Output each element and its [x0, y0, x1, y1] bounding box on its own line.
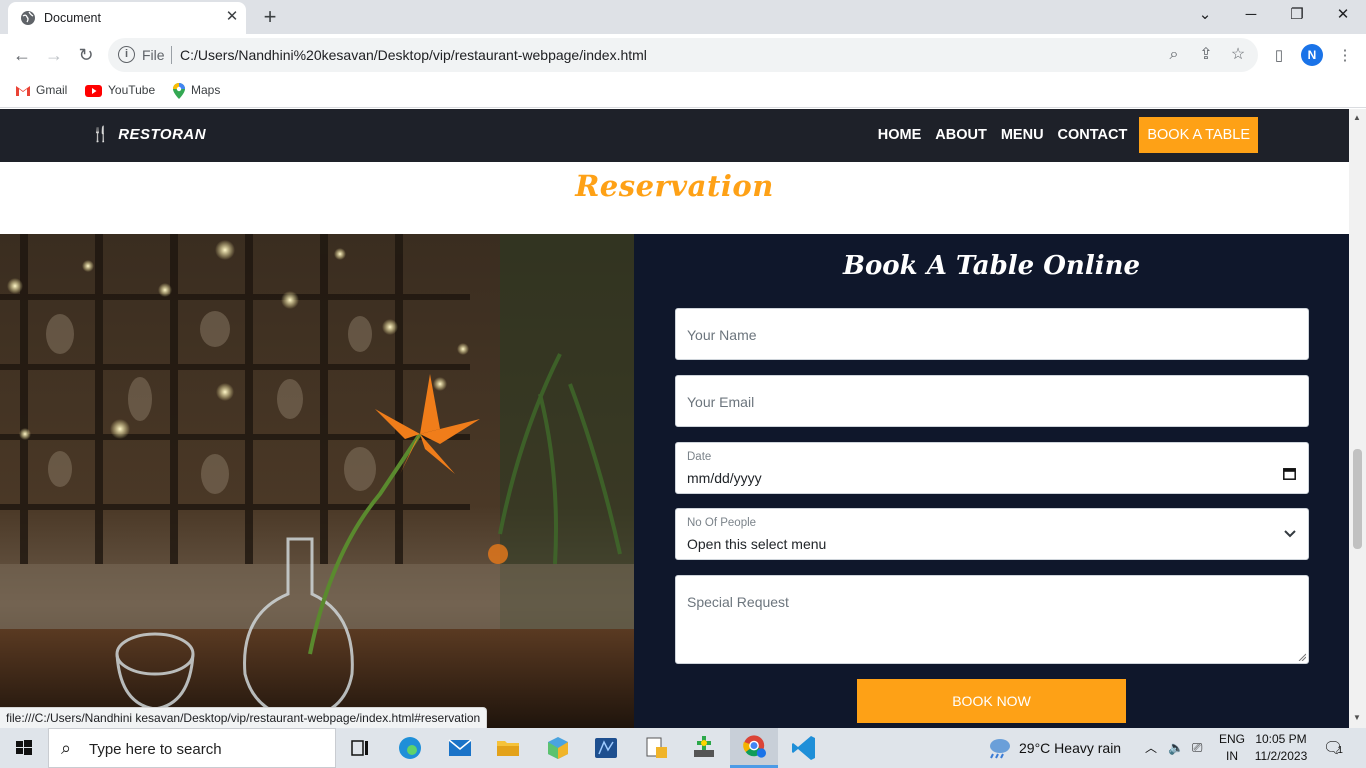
date-value: mm/dd/yyyy	[687, 470, 762, 486]
utensils-icon: 🍴	[91, 126, 111, 143]
chrome-icon[interactable]	[730, 728, 778, 768]
speaker-icon[interactable]: 🔈	[1168, 728, 1184, 768]
name-input[interactable]: Your Name	[675, 308, 1309, 360]
chevron-down-icon	[1284, 530, 1296, 538]
gmail-icon	[16, 86, 30, 97]
weather-text[interactable]: 29°C Heavy rain	[1019, 728, 1121, 768]
minimize-button[interactable]: ─	[1228, 0, 1274, 32]
url-separator	[171, 46, 172, 64]
new-tab-button[interactable]: +	[258, 5, 282, 29]
back-button[interactable]: ←	[9, 42, 35, 68]
maps-pin-icon	[173, 83, 185, 99]
bookmark-label: Maps	[191, 83, 221, 98]
people-label: No Of People	[687, 517, 757, 529]
browser-toolbar: ← → ↻ i File C:/Users/Nandhini%20kesavan…	[0, 34, 1366, 76]
browser-tab[interactable]: Document ✕	[8, 2, 246, 34]
tab-title: Document	[44, 11, 101, 25]
status-bar-url: file:///C:/Users/Nandhini kesavan/Deskto…	[0, 707, 488, 728]
bookmark-gmail[interactable]: Gmail	[16, 83, 67, 101]
booking-form-title: Book A Table Online	[842, 251, 1141, 281]
url-scheme: File	[142, 47, 165, 63]
clock-time: 10:05 PM	[1255, 732, 1307, 746]
taskbar-search-placeholder: Type here to search	[89, 741, 222, 758]
url-text[interactable]: C:/Users/Nandhini%20kesavan/Desktop/vip/…	[180, 47, 647, 63]
mail-icon[interactable]	[436, 728, 484, 768]
bookmark-maps[interactable]: Maps	[173, 83, 220, 101]
nav-about[interactable]: ABOUT	[931, 117, 991, 153]
restaurant-photo	[0, 234, 634, 728]
people-select[interactable]: No Of People Open this select menu	[675, 508, 1309, 560]
special-request-placeholder: Special Request	[687, 594, 789, 610]
clock-date: 11/2/2023	[1254, 749, 1308, 763]
tab-strip: Document ✕ + ⌄ ─ ❐ ✕	[0, 0, 1366, 34]
name-placeholder: Your Name	[687, 327, 757, 343]
taskbar-search-box[interactable]: ⌕ Type here to search	[48, 728, 336, 768]
email-placeholder: Your Email	[687, 394, 755, 410]
tray-chevron-up-icon[interactable]: ︿	[1145, 728, 1157, 768]
resize-handle-icon[interactable]	[1298, 653, 1306, 661]
file-explorer-icon[interactable]	[484, 728, 532, 768]
page-scrollbar[interactable]: ▲ ▼	[1349, 109, 1366, 728]
reload-button[interactable]: ↻	[73, 42, 99, 68]
date-label: Date	[687, 451, 712, 463]
globe-icon	[21, 11, 35, 25]
site-navbar: 🍴 RESTORAN HOME ABOUT MENU CONTACT BOOK A…	[0, 109, 1349, 162]
code-app-icon[interactable]	[582, 728, 630, 768]
notifications-icon[interactable]: 🗨1	[1323, 738, 1343, 758]
email-input[interactable]: Your Email	[675, 375, 1309, 427]
bookmark-star-icon[interactable]: ☆	[1228, 45, 1248, 65]
close-window-button[interactable]: ✕	[1320, 0, 1366, 32]
vscode-icon[interactable]	[780, 728, 828, 768]
app-cube-icon[interactable]	[534, 728, 582, 768]
task-view-icon[interactable]	[336, 728, 384, 768]
region-code: IN	[1226, 749, 1238, 763]
site-brand[interactable]: 🍴 RESTORAN	[91, 125, 206, 143]
network-icon[interactable]: ⎚	[1192, 728, 1202, 768]
utility-app-icon[interactable]	[680, 728, 728, 768]
language-indicator[interactable]: ENG IN	[1218, 731, 1246, 765]
scroll-down-icon[interactable]: ▼	[1353, 713, 1361, 722]
bookmark-label: Gmail	[36, 83, 68, 97]
windows-start-icon[interactable]	[0, 728, 48, 768]
scrollbar-thumb[interactable]	[1353, 449, 1362, 549]
language-code: ENG	[1218, 732, 1245, 746]
edge-icon[interactable]	[386, 728, 434, 768]
youtube-icon	[85, 84, 102, 97]
brand-label: RESTORAN	[118, 126, 207, 143]
special-request-textarea[interactable]: Special Request	[675, 575, 1309, 664]
forward-button[interactable]: →	[41, 42, 67, 68]
menu-kebab-icon[interactable]: ⋮	[1334, 45, 1356, 67]
bookmark-label: YouTube	[108, 83, 156, 97]
restore-button[interactable]: ❐	[1274, 0, 1320, 32]
bookmark-youtube[interactable]: YouTube	[85, 83, 155, 101]
nav-menu[interactable]: MENU	[997, 117, 1048, 153]
info-icon[interactable]: i	[118, 46, 135, 63]
calendar-icon[interactable]	[1283, 467, 1296, 480]
date-input[interactable]: Date mm/dd/yyyy	[675, 442, 1309, 494]
booking-form-panel: Book A Table Online Your Name Your Email…	[634, 234, 1349, 728]
windows-taskbar: ⌕ Type here to search 29°C Heavy rain ︿ …	[0, 728, 1366, 768]
search-icon: ⌕	[61, 738, 72, 758]
page-viewport: 🍴 RESTORAN HOME ABOUT MENU CONTACT BOOK A…	[0, 109, 1349, 728]
tab-search-chevron-icon[interactable]: ⌄	[1182, 0, 1228, 32]
taskbar-clock[interactable]: 10:05 PM 11/2/2023	[1246, 731, 1316, 765]
zoom-search-icon[interactable]: ⌕	[1164, 45, 1184, 65]
scroll-up-icon[interactable]: ▲	[1353, 113, 1361, 122]
bookmarks-bar: Gmail YouTube Maps	[0, 76, 1366, 108]
nav-contact[interactable]: CONTACT	[1054, 117, 1132, 153]
reservation-heading: Reservation	[575, 169, 774, 203]
nav-book-a-table-button[interactable]: BOOK A TABLE	[1139, 117, 1258, 153]
notification-count: 1	[1337, 745, 1343, 756]
profile-avatar[interactable]: N	[1301, 44, 1323, 66]
tab-close-icon[interactable]: ✕	[223, 8, 241, 26]
weather-rain-icon[interactable]	[986, 737, 1012, 759]
address-bar[interactable]: i File C:/Users/Nandhini%20kesavan/Deskt…	[108, 38, 1258, 72]
side-panel-icon[interactable]: ▯	[1268, 45, 1290, 67]
nav-home[interactable]: HOME	[874, 117, 926, 153]
people-value: Open this select menu	[687, 536, 827, 552]
document-app-icon[interactable]	[632, 728, 680, 768]
share-icon[interactable]: ⇪	[1196, 45, 1216, 65]
book-now-button[interactable]: BOOK NOW	[857, 679, 1126, 723]
site-menu: HOME ABOUT MENU CONTACT BOOK A TABLE	[868, 117, 1258, 153]
